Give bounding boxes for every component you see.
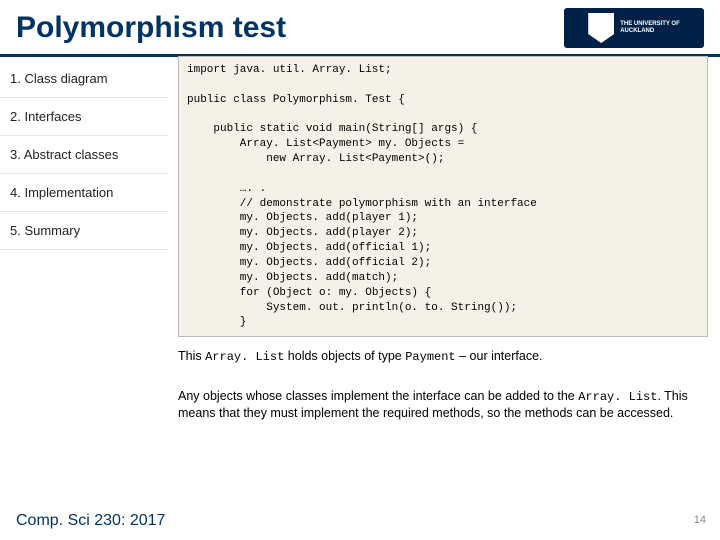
sidebar-item-abstract-classes[interactable]: 3. Abstract classes (0, 136, 168, 174)
logo-line1: THE UNIVERSITY OF (620, 21, 680, 28)
paragraph-1: This Array. List holds objects of type P… (178, 348, 698, 365)
sidebar-item-class-diagram[interactable]: 1. Class diagram (0, 60, 168, 98)
p1-text-c: – our interface. (456, 349, 543, 363)
p1-text-b: holds objects of type (284, 349, 405, 363)
sidebar-item-interfaces[interactable]: 2. Interfaces (0, 98, 168, 136)
footer-course: Comp. Sci 230: 2017 (16, 512, 165, 530)
logo-line2: AUCKLAND (620, 28, 680, 35)
logo-text: THE UNIVERSITY OF AUCKLAND (620, 21, 680, 35)
paragraph-2: Any objects whose classes implement the … (178, 388, 698, 422)
p2-text-a: Any objects whose classes implement the … (178, 389, 578, 403)
p1-code-1: Array. List (205, 350, 284, 364)
sidebar-item-implementation[interactable]: 4. Implementation (0, 174, 168, 212)
crest-icon (588, 13, 614, 43)
title-bar: Polymorphism test THE UNIVERSITY OF AUCK… (0, 0, 720, 57)
p2-code-1: Array. List (578, 390, 657, 404)
sidebar-item-summary[interactable]: 5. Summary (0, 212, 168, 250)
code-block: import java. util. Array. List; public c… (178, 56, 708, 337)
page-title: Polymorphism test (16, 11, 286, 45)
university-logo: THE UNIVERSITY OF AUCKLAND (564, 8, 704, 48)
p1-code-2: Payment (405, 350, 455, 364)
p1-text-a: This (178, 349, 205, 363)
sidebar-nav: 1. Class diagram 2. Interfaces 3. Abstra… (0, 60, 168, 250)
page-number: 14 (694, 514, 706, 526)
